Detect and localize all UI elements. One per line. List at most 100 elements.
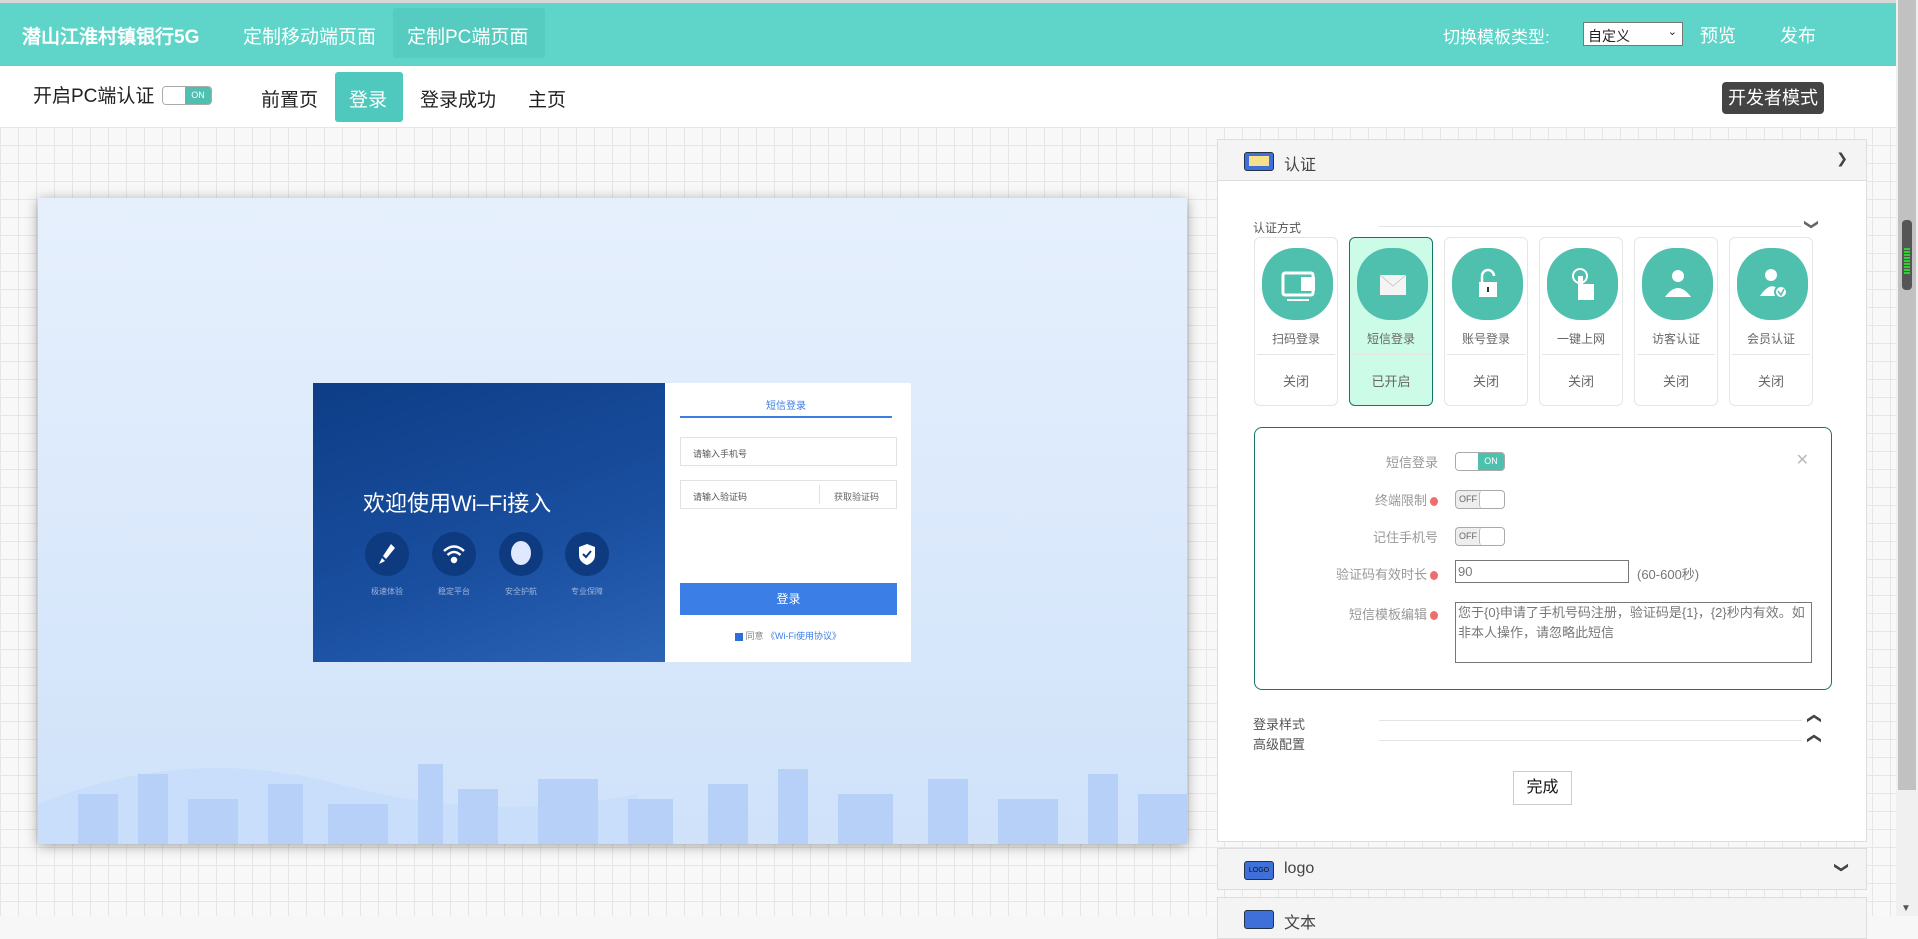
rocket-icon (365, 532, 409, 576)
feature-label: 稳定平台 (438, 587, 470, 596)
qr-login-icon (1262, 248, 1333, 320)
monitor-icon (1244, 152, 1274, 171)
text-panel-header[interactable]: 文本 (1217, 897, 1867, 939)
agree-checkbox[interactable] (734, 632, 743, 641)
tab-pc[interactable]: 定制PC端页面 (393, 8, 545, 58)
scrollbar[interactable]: ▼ (1896, 0, 1918, 916)
city-skyline-illustration (38, 764, 1187, 844)
auth-method-card[interactable]: 一键上网 关闭 (1539, 237, 1623, 406)
auth-panel-header[interactable]: 认证 ❯ (1217, 139, 1867, 181)
login-button[interactable]: 登录 (680, 583, 897, 615)
text-icon (1244, 910, 1274, 929)
auth-method-name: 一键上网 (1556, 332, 1605, 346)
lock-icon (1452, 248, 1523, 320)
auth-method-name: 账号登录 (1461, 332, 1510, 346)
support-icon (499, 532, 543, 576)
template-select-value: 自定义 (1588, 28, 1630, 44)
feature-label: 专业保障 (571, 587, 603, 596)
developer-mode-button[interactable]: 开发者模式 (1722, 82, 1824, 114)
auth-method-status: 关闭 (1567, 374, 1594, 389)
logo-panel-title: logo (1284, 860, 1315, 877)
divider (1379, 226, 1802, 227)
divider (1379, 740, 1802, 741)
feature-label: 安全护航 (505, 587, 537, 596)
sms-enable-label: 短信登录 (1385, 455, 1438, 470)
wifi-icon (432, 532, 476, 576)
divider (1447, 354, 1525, 355)
divider (1352, 354, 1430, 355)
page-tab-success[interactable]: 登录成功 (420, 85, 496, 112)
auth-methods-label: 认证方式 (1253, 221, 1302, 235)
login-banner: 欢迎使用Wi–Fi接入 极速体验 稳定平台 安全护航 专业保障 (313, 383, 665, 662)
section-advanced[interactable]: 高级配置 (1253, 734, 1305, 753)
template-select[interactable]: 自定义 ⌄ (1583, 22, 1683, 46)
section-login-style[interactable]: 登录样式 (1253, 714, 1305, 733)
publish-button[interactable]: 发布 (1780, 22, 1816, 48)
sms-template-label: 短信模板编辑 (1349, 604, 1438, 623)
phone-input[interactable]: 请输入手机号 (680, 437, 897, 466)
pc-auth-toggle[interactable]: ON (162, 86, 212, 105)
logo-panel-header[interactable]: LOGO logo ❯ (1217, 848, 1867, 890)
auth-method-status: 关闭 (1662, 374, 1689, 389)
remember-phone-toggle[interactable]: OFF (1455, 527, 1505, 546)
close-icon[interactable]: ✕ (1796, 450, 1809, 470)
chevron-down-icon[interactable]: ❯ (1834, 862, 1851, 874)
auth-method-card[interactable]: 会员认证 关闭 (1729, 237, 1813, 406)
terminal-limit-toggle[interactable]: OFF (1455, 490, 1505, 509)
info-icon (1430, 497, 1438, 507)
divider (1257, 354, 1335, 355)
get-code-button[interactable]: 获取验证码 (819, 485, 879, 504)
page-tab-home[interactable]: 主页 (528, 85, 566, 112)
chevron-down-icon: ⌄ (1667, 26, 1677, 38)
auth-method-card[interactable]: 短信登录 已开启 (1349, 237, 1433, 406)
sms-template-textarea[interactable]: 您于{0}申请了手机号码注册，验证码是{1}，{2}秒内有效。如非本人操作，请忽… (1455, 602, 1812, 663)
divider (1542, 354, 1620, 355)
chevron-up-icon[interactable]: ❯ (1804, 713, 1821, 725)
preview-button[interactable]: 预览 (1700, 22, 1736, 48)
brand-title: 潜山江淮村镇银行5G (22, 27, 200, 48)
page-tab-login-label: 登录 (349, 90, 388, 111)
auth-method-name: 会员认证 (1746, 332, 1795, 346)
divider (1732, 354, 1810, 355)
remember-phone-label: 记住手机号 (1372, 530, 1438, 545)
page-tab-pre[interactable]: 前置页 (261, 85, 318, 112)
agreement-link[interactable]: 《Wi-Fi使用协议》 (766, 631, 841, 641)
auth-method-name: 扫码登录 (1271, 332, 1320, 346)
page-tab-login[interactable]: 登录 (335, 72, 403, 122)
scrollbar-track (1898, 0, 1916, 790)
tab-mobile[interactable]: 定制移动端页面 (243, 22, 376, 49)
auth-method-card[interactable]: 扫码登录 关闭 (1254, 237, 1338, 406)
chevron-down-icon[interactable]: ❯ (1803, 219, 1820, 231)
tab-sms-login[interactable]: 短信登录 (680, 383, 892, 418)
info-icon (1430, 571, 1438, 581)
chevron-down-icon[interactable]: ❯ (1836, 150, 1848, 167)
done-button[interactable]: 完成 (1513, 771, 1572, 805)
auth-method-status: 已开启 (1371, 374, 1411, 389)
code-placeholder: 请输入验证码 (693, 492, 748, 502)
text-panel-title: 文本 (1284, 915, 1317, 932)
divider (1379, 720, 1802, 721)
sms-enable-toggle[interactable]: ON (1455, 452, 1505, 471)
code-expiry-label: 验证码有效时长 (1336, 564, 1438, 583)
divider (1637, 354, 1715, 355)
auth-method-card[interactable]: 账号登录 关闭 (1444, 237, 1528, 406)
feature-label: 极速体验 (371, 587, 403, 596)
scroll-down-icon[interactable]: ▼ (1901, 903, 1911, 914)
member-icon (1737, 248, 1808, 320)
scrollbar-thumb[interactable] (1902, 220, 1912, 290)
info-icon (1430, 611, 1438, 621)
welcome-text: 欢迎使用Wi–Fi接入 (363, 491, 552, 516)
code-input[interactable]: 请输入验证码 获取验证码 (680, 480, 897, 509)
template-type-label: 切换模板类型: (1443, 28, 1550, 47)
auth-method-card[interactable]: 访客认证 关闭 (1634, 237, 1718, 406)
page-nav: 开启PC端认证 ON 前置页 登录 登录成功 主页 开发者模式 (0, 66, 1896, 127)
login-form: 短信登录 请输入手机号 请输入验证码 获取验证码 登录 同意 《Wi-Fi使用协议… (665, 383, 911, 662)
pc-auth-label: 开启PC端认证 (33, 86, 155, 107)
top-bar: 潜山江淮村镇银行5G 定制移动端页面 定制PC端页面 切换模板类型: 自定义 ⌄ … (0, 0, 1896, 66)
logo-icon: LOGO (1244, 861, 1274, 880)
chevron-up-icon[interactable]: ❯ (1804, 733, 1821, 745)
tap-icon (1547, 248, 1618, 320)
terminal-limit-label: 终端限制 (1375, 490, 1438, 509)
code-expiry-input[interactable]: 90 (1455, 560, 1629, 583)
sms-icon (1357, 248, 1428, 320)
